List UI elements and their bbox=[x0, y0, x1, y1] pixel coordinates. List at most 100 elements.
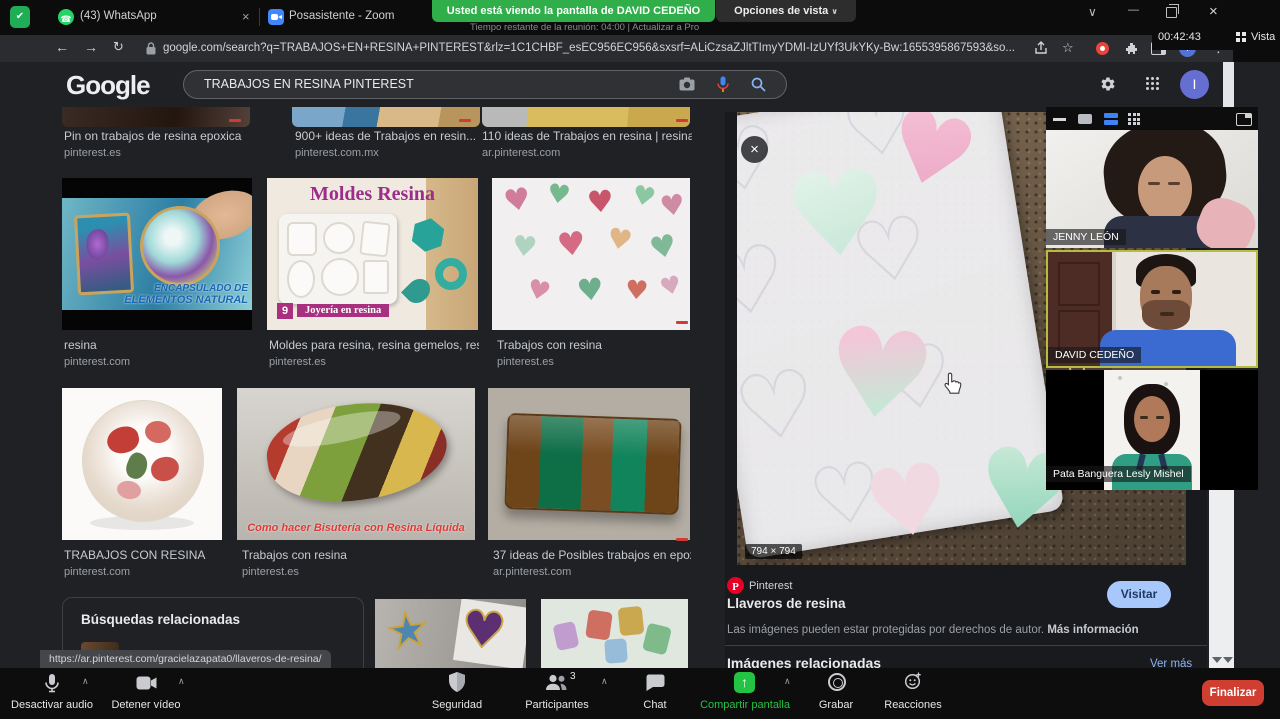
decor bbox=[140, 206, 220, 286]
tab-whatsapp[interactable]: (43) WhatsApp bbox=[80, 10, 230, 22]
scrollbar-track[interactable] bbox=[1209, 490, 1234, 668]
result-caption[interactable]: Pin on trabajos de resina epoxicapintere… bbox=[64, 129, 264, 159]
google-logo[interactable]: Google bbox=[66, 70, 150, 101]
tab-zoom[interactable]: Posasistente - Zoom bbox=[289, 10, 429, 22]
decor bbox=[278, 15, 282, 19]
result-title[interactable]: Moldes para resina, resina gemelos, resi… bbox=[269, 338, 479, 352]
decor bbox=[576, 275, 606, 308]
participant-video-lesly[interactable]: Pata Banguera Lesly Mishel bbox=[1046, 370, 1258, 490]
participant-video-jenny[interactable]: JENNY LEÓN bbox=[1046, 130, 1258, 248]
camera-search-icon[interactable] bbox=[679, 77, 695, 91]
result-caption[interactable]: Trabajos con resinapinterest.es bbox=[497, 338, 687, 368]
share-options-chevron-icon[interactable] bbox=[784, 676, 791, 687]
result-title[interactable]: Trabajos con resina bbox=[497, 338, 687, 352]
result-caption[interactable]: resinapinterest.com bbox=[64, 338, 249, 368]
record-button[interactable]: Grabar bbox=[806, 668, 866, 719]
result-caption[interactable]: Moldes para resina, resina gemelos, resi… bbox=[269, 338, 479, 368]
voice-search-icon[interactable] bbox=[717, 76, 729, 93]
minimize-videos-icon[interactable] bbox=[1053, 118, 1066, 121]
see-more-link[interactable]: Ver más bbox=[1150, 658, 1192, 668]
security-button[interactable]: Seguridad bbox=[421, 668, 493, 719]
banner-label: Joyería en resina bbox=[297, 304, 389, 317]
recording-extension-icon[interactable] bbox=[1096, 42, 1109, 55]
decor bbox=[1146, 77, 1149, 80]
result-image-star-heart[interactable] bbox=[375, 599, 526, 668]
result-title[interactable]: resina bbox=[64, 338, 249, 352]
result-image-keychains[interactable] bbox=[541, 599, 688, 668]
view-options-button[interactable]: Opciones de vista bbox=[716, 0, 856, 22]
share-page-icon[interactable] bbox=[1034, 41, 1048, 55]
decor bbox=[1140, 416, 1148, 419]
more-info-link[interactable]: Más información bbox=[1047, 624, 1138, 636]
result-image[interactable] bbox=[62, 107, 250, 127]
result-image-bisuteria[interactable]: Como hacer Bisutería con Resina Líquida bbox=[237, 388, 475, 540]
scroll-down-arrow-icon[interactable] bbox=[1223, 657, 1233, 663]
decor bbox=[1156, 87, 1159, 90]
bookmark-star-icon[interactable] bbox=[1062, 40, 1074, 56]
result-image-moldes[interactable]: Moldes Resina 9 Joyería en resina bbox=[267, 178, 478, 330]
result-image-hearts[interactable] bbox=[492, 178, 690, 330]
close-tab-icon[interactable] bbox=[242, 9, 250, 24]
back-icon[interactable] bbox=[55, 39, 69, 55]
gallery-view-icon[interactable] bbox=[1128, 113, 1142, 125]
result-caption[interactable]: 110 ideas de Trabajos en resina | resina… bbox=[482, 129, 692, 159]
decor bbox=[1156, 82, 1159, 85]
layout-icon[interactable] bbox=[1236, 113, 1252, 126]
decor bbox=[1151, 82, 1154, 85]
end-meeting-button[interactable]: Finalizar bbox=[1202, 680, 1264, 706]
result-image-encapsulado[interactable]: ENCAPSULADO DE ELEMENTOS NATURAL bbox=[62, 178, 252, 330]
copyright-notice: Las imágenes pueden estar protegidas por… bbox=[727, 624, 1147, 636]
search-input[interactable] bbox=[202, 76, 646, 92]
reload-icon[interactable] bbox=[113, 39, 124, 55]
extensions-puzzle-icon[interactable] bbox=[1125, 42, 1138, 55]
result-caption[interactable]: 900+ ideas de Trabajos en resin...pinter… bbox=[295, 129, 480, 159]
url-text[interactable]: google.com/search?q=TRABAJOS+EN+RESINA+P… bbox=[163, 42, 1021, 54]
result-title[interactable]: 110 ideas de Trabajos en resina | resina… bbox=[482, 129, 692, 143]
minimize-icon[interactable] bbox=[1128, 4, 1139, 16]
overlay-line: ELEMENTOS NATURAL bbox=[124, 294, 248, 306]
participants-chevron-icon[interactable] bbox=[601, 676, 608, 687]
result-caption[interactable]: Trabajos con resinapinterest.es bbox=[242, 548, 442, 578]
audio-options-chevron-icon[interactable] bbox=[82, 676, 89, 687]
close-preview-button[interactable] bbox=[741, 136, 768, 163]
vista-button[interactable]: Vista bbox=[1251, 31, 1275, 43]
chat-label: Chat bbox=[630, 699, 680, 711]
scrollbar-thumb[interactable] bbox=[1223, 62, 1234, 107]
decor bbox=[511, 232, 539, 262]
result-title[interactable]: Trabajos con resina bbox=[242, 548, 442, 562]
result-image-bowl[interactable] bbox=[62, 388, 222, 540]
reactions-button[interactable]: Reacciones bbox=[878, 668, 948, 719]
result-title[interactable]: 900+ ideas de Trabajos en resin... bbox=[295, 129, 480, 143]
forward-icon[interactable] bbox=[84, 39, 98, 55]
scroll-down-arrow-icon[interactable] bbox=[1212, 657, 1222, 663]
strip-view-icon-active[interactable] bbox=[1104, 113, 1118, 125]
preview-source[interactable]: Pinterest bbox=[749, 580, 792, 592]
participants-button[interactable]: 3 Participantes bbox=[515, 668, 599, 719]
result-caption[interactable]: TRABAJOS CON RESINApinterest.com bbox=[64, 548, 229, 578]
pinterest-logo-icon bbox=[727, 577, 744, 594]
result-image[interactable] bbox=[482, 107, 690, 127]
close-window-icon[interactable] bbox=[1209, 3, 1218, 20]
settings-gear-icon[interactable] bbox=[1100, 76, 1116, 92]
video-options-chevron-icon[interactable] bbox=[178, 676, 185, 687]
result-caption[interactable]: 37 ideas de Posibles trabajos en epoxi..… bbox=[493, 548, 691, 578]
decor bbox=[605, 224, 635, 256]
participant-video-david-active[interactable]: DAVID CEDEÑO bbox=[1046, 250, 1258, 368]
decor bbox=[261, 392, 453, 512]
restore-icon[interactable] bbox=[1166, 7, 1177, 18]
result-title[interactable]: 37 ideas de Posibles trabajos en epoxi..… bbox=[493, 548, 691, 562]
google-profile-avatar[interactable]: I bbox=[1180, 70, 1209, 99]
search-icon[interactable] bbox=[751, 77, 766, 92]
decor bbox=[1118, 376, 1122, 380]
google-apps-icon[interactable] bbox=[1146, 77, 1160, 91]
chat-button[interactable]: Chat bbox=[630, 668, 680, 719]
speaker-view-icon[interactable] bbox=[1078, 114, 1092, 124]
search-box[interactable] bbox=[183, 70, 787, 99]
collapse-chevron-icon[interactable] bbox=[1088, 5, 1097, 19]
preview-title[interactable]: Llaveros de resina bbox=[727, 596, 846, 611]
result-image-table[interactable] bbox=[488, 388, 690, 540]
result-title[interactable]: TRABAJOS CON RESINA bbox=[64, 548, 229, 562]
result-title[interactable]: Pin on trabajos de resina epoxica bbox=[64, 129, 264, 143]
visit-button[interactable]: Visitar bbox=[1107, 581, 1171, 608]
result-image[interactable] bbox=[292, 107, 480, 127]
